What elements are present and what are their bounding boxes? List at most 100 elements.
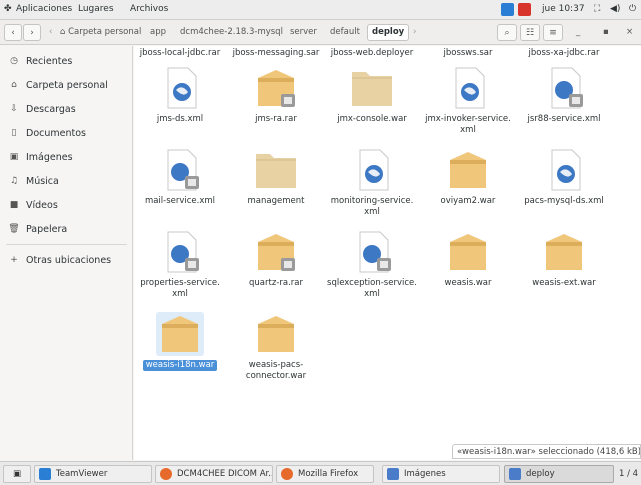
back-button[interactable]: ‹: [4, 24, 22, 41]
clock[interactable]: jue 10:37: [542, 4, 585, 14]
file-name: weasis-i18n.war: [142, 360, 218, 371]
places-menu[interactable]: Lugares: [78, 4, 114, 14]
file-item[interactable]: jmx-console.war: [326, 66, 418, 125]
file-name: jbossws.sar: [443, 48, 493, 58]
sidebar-item-descargas[interactable]: ⇩ Descargas: [0, 99, 133, 119]
sidebar: ◷ Recientes ⌂ Carpeta personal ⇩ Descargas …: [0, 46, 133, 460]
forward-button[interactable]: ›: [23, 24, 41, 41]
breadcrumb-deploy[interactable]: deploy: [367, 24, 410, 41]
file-name: weasis-ext.war: [532, 278, 596, 288]
apps-icon[interactable]: ✤: [4, 4, 12, 14]
download-icon: ⇩: [10, 104, 18, 114]
archive-icon: [252, 66, 300, 110]
header-bar: ‹ › ‹ ⌂ Carpeta personal app dcm4chee-2.…: [0, 20, 641, 45]
archive-icon: [540, 230, 588, 274]
sidebar-item-documentos[interactable]: ▯ Documentos: [0, 123, 133, 143]
file-view[interactable]: jboss-local-jdbc.rar jboss-messaging.sar…: [134, 46, 641, 460]
file-item[interactable]: weasis.war: [422, 230, 514, 289]
file-name: quartz-ra.rar: [249, 278, 303, 288]
show-desktop-button[interactable]: ▣: [3, 465, 31, 483]
document-icon: ▯: [11, 128, 17, 138]
app-menu[interactable]: Archivos: [130, 4, 168, 14]
breadcrumb-server[interactable]: server: [285, 24, 322, 41]
file-name: jboss-local-jdbc.rar: [139, 48, 221, 58]
file-item[interactable]: monitoring-service. xml: [326, 148, 418, 218]
file-item[interactable]: jboss-local-jdbc.rar: [134, 46, 226, 59]
top-bar: ✤ Aplicaciones Lugares Archivos jue 10:3…: [0, 0, 641, 20]
sidebar-divider: [6, 244, 127, 245]
file-item[interactable]: quartz-ra.rar: [230, 230, 322, 289]
file-item[interactable]: sqlexception-service. xml: [326, 230, 418, 300]
sidebar-item-imagenes[interactable]: ▣ Imágenes: [0, 147, 133, 167]
network-icon[interactable]: ⛶: [594, 4, 600, 14]
image-icon: ▣: [9, 152, 19, 162]
xml-file-icon: [348, 148, 396, 192]
workspace-pager[interactable]: 1 / 4: [617, 465, 641, 483]
volume-icon[interactable]: ◀): [610, 4, 620, 14]
home-icon: ⌂: [60, 27, 69, 37]
file-name: weasis.war: [444, 278, 492, 288]
file-item[interactable]: jms-ra.rar: [230, 66, 322, 125]
xml-file-locked-icon: [348, 230, 396, 274]
file-item[interactable]: management: [230, 148, 322, 207]
sidebar-item-recientes[interactable]: ◷ Recientes: [0, 51, 133, 71]
xml-file-locked-icon: [540, 66, 588, 110]
breadcrumb-home[interactable]: ⌂ Carpeta personal: [55, 24, 146, 41]
xml-file-locked-icon: [156, 148, 204, 192]
anydesk-tray-icon[interactable]: [518, 3, 531, 16]
task-deploy[interactable]: deploy: [504, 465, 614, 483]
breadcrumb-app[interactable]: app: [145, 24, 171, 41]
file-item[interactable]: jms-ds.xml: [134, 66, 226, 125]
music-icon: ♫: [9, 176, 19, 186]
sidebar-item-musica[interactable]: ♫ Música: [0, 171, 133, 191]
file-item[interactable]: properties-service. xml: [134, 230, 226, 300]
file-name: sqlexception-service. xml: [327, 278, 417, 299]
task-dcm4chee-firefox[interactable]: DCM4CHEE DICOM Ar...: [155, 465, 273, 483]
hamburger-icon: ≡: [549, 27, 557, 38]
teamviewer-icon: [39, 468, 51, 480]
files-app-icon: [509, 468, 521, 480]
view-toggle-button[interactable]: ☷: [520, 24, 540, 41]
file-item[interactable]: jbossws.sar: [422, 46, 514, 59]
search-button[interactable]: ⌕: [497, 24, 517, 41]
maximize-button[interactable]: ▪: [598, 24, 614, 41]
file-item[interactable]: jmx-invoker-service. xml: [422, 66, 514, 136]
task-imagenes[interactable]: Imágenes: [382, 465, 500, 483]
file-item[interactable]: weasis-ext.war: [518, 230, 610, 289]
path-scroll-right-icon[interactable]: ›: [408, 24, 421, 41]
breadcrumb-dcm4chee[interactable]: dcm4chee-2.18.3-mysql: [175, 24, 288, 41]
file-name: jmx-console.war: [337, 114, 407, 124]
task-firefox[interactable]: Mozilla Firefox: [276, 465, 374, 483]
file-item[interactable]: pacs-mysql-ds.xml: [518, 148, 610, 207]
xml-file-locked-icon: [156, 230, 204, 274]
file-item[interactable]: mail-service.xml: [134, 148, 226, 207]
sidebar-item-videos[interactable]: ■ Vídeos: [0, 195, 133, 215]
file-item[interactable]: jboss-messaging.sar: [230, 46, 322, 59]
trash-icon: 🗑: [8, 224, 20, 234]
file-name: jsr88-service.xml: [527, 114, 601, 124]
archive-icon: [252, 230, 300, 274]
breadcrumb-default[interactable]: default: [325, 24, 365, 41]
file-name: pacs-mysql-ds.xml: [524, 196, 604, 206]
archive-icon: [444, 148, 492, 192]
xml-file-icon: [156, 66, 204, 110]
power-icon[interactable]: ⏻: [629, 4, 636, 14]
sidebar-item-other-locations[interactable]: + Otras ubicaciones: [0, 250, 133, 270]
file-item[interactable]: oviyam2.war: [422, 148, 514, 207]
file-item[interactable]: jsr88-service.xml: [518, 66, 610, 125]
minimize-button[interactable]: _: [571, 24, 585, 41]
close-button[interactable]: ×: [621, 24, 638, 41]
file-item[interactable]: jboss-xa-jdbc.rar: [518, 46, 610, 59]
task-teamviewer[interactable]: TeamViewer: [34, 465, 152, 483]
desktop-icon: ▣: [12, 469, 22, 479]
file-item-selected[interactable]: weasis-i18n.war: [134, 312, 226, 371]
search-icon: ⌕: [504, 27, 510, 38]
sidebar-item-papelera[interactable]: 🗑 Papelera: [0, 219, 133, 239]
menu-button[interactable]: ≡: [543, 24, 563, 41]
apps-menu[interactable]: Aplicaciones: [16, 4, 72, 14]
file-item[interactable]: jboss-web.deployer: [326, 46, 418, 59]
teamviewer-tray-icon[interactable]: [501, 3, 514, 16]
file-name: oviyam2.war: [440, 196, 496, 206]
file-item[interactable]: weasis-pacs- connector.war: [230, 312, 322, 382]
sidebar-item-home[interactable]: ⌂ Carpeta personal: [0, 75, 133, 95]
